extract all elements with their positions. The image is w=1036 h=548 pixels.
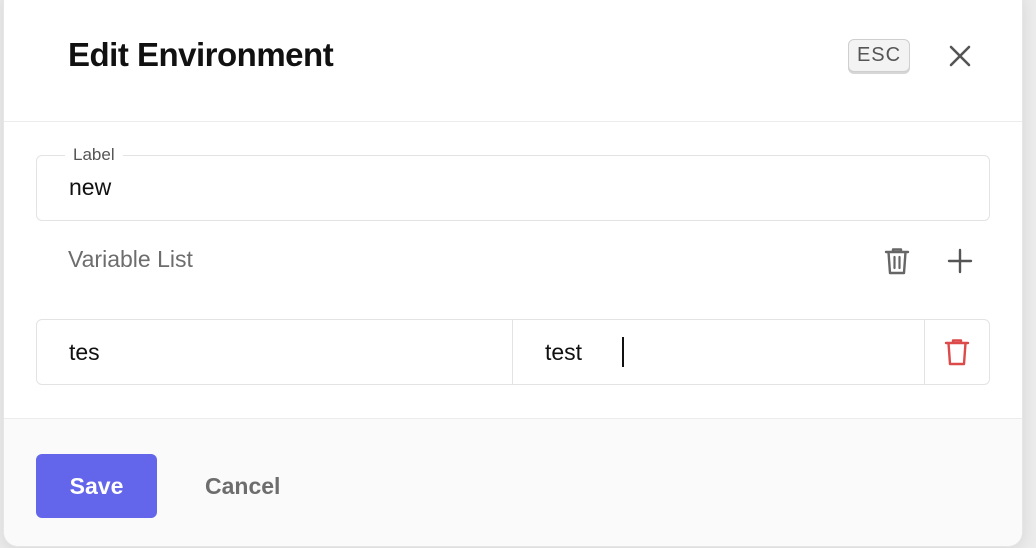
variable-row	[36, 319, 990, 385]
clear-all-variables-button[interactable]	[879, 243, 915, 279]
cancel-button[interactable]: Cancel	[205, 454, 280, 518]
label-input[interactable]	[69, 174, 949, 201]
variable-key-cell	[37, 320, 513, 384]
dialog-title: Edit Environment	[68, 36, 334, 73]
esc-key-badge: ESC	[848, 39, 910, 72]
trash-icon	[944, 339, 970, 366]
variable-value-input[interactable]	[545, 339, 905, 366]
dialog-body: Label Variable List	[4, 121, 1022, 418]
save-button[interactable]: Save	[36, 454, 157, 518]
trash-icon	[884, 248, 910, 275]
variable-value-cell	[513, 320, 925, 384]
variable-key-input[interactable]	[69, 339, 429, 366]
edit-environment-dialog: Edit Environment ESC Label Variable List	[4, 0, 1022, 546]
variable-list-title: Variable List	[68, 246, 193, 272]
dialog-footer: Save Cancel	[4, 418, 1022, 546]
plus-icon	[947, 248, 973, 274]
close-icon	[949, 45, 971, 67]
add-variable-button[interactable]	[942, 243, 978, 279]
label-field-legend: Label	[65, 145, 123, 165]
dialog-header: Edit Environment ESC	[4, 0, 1022, 122]
text-cursor	[622, 337, 624, 367]
label-field: Label	[36, 145, 990, 221]
close-button[interactable]	[942, 38, 978, 74]
delete-variable-button[interactable]	[925, 320, 989, 384]
